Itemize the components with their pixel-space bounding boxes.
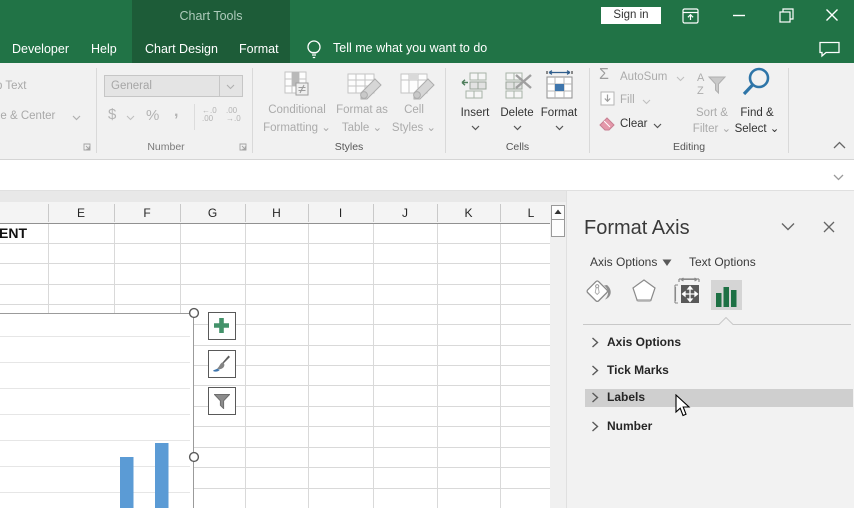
svg-text:A: A <box>697 72 705 84</box>
svg-text:Z: Z <box>697 85 704 97</box>
